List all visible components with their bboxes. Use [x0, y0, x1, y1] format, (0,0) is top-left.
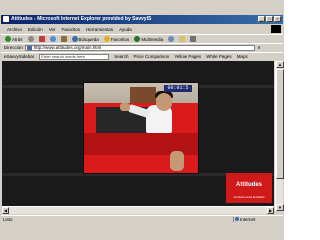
browser-window: Attitudes - Microsoft Internet Explorer …	[0, 0, 284, 240]
driver-hand	[120, 103, 130, 111]
stop-button[interactable]	[38, 36, 45, 42]
refresh-icon	[49, 36, 56, 42]
address-url: http://www.attitudes.org/main.html	[33, 44, 102, 50]
scroll-down-button[interactable]: ▼	[276, 204, 284, 211]
scroll-left-button[interactable]: ◀	[2, 207, 9, 214]
history-button[interactable]	[168, 36, 175, 42]
standard-toolbar: Atrás Búsqueda Favoritos Multimedia	[1, 34, 283, 43]
zone-label: Internet	[240, 217, 256, 222]
home-button[interactable]	[60, 36, 67, 42]
favorites-label: Favoritos	[110, 36, 130, 42]
page-content: 00:01:5 Attitudes Conducta social de Mad…	[2, 61, 274, 211]
favorites-button[interactable]: Favoritos	[103, 36, 130, 42]
search-button[interactable]: Búsqueda	[71, 36, 99, 42]
search-label: Búsqueda	[78, 36, 99, 42]
refresh-button[interactable]	[49, 36, 56, 42]
menu-bar: Archivo Edición Ver Favoritos Herramient…	[1, 25, 283, 33]
menu-herramientas[interactable]: Herramientas	[86, 27, 113, 32]
back-button[interactable]: Atrás	[5, 36, 23, 42]
white-pages-link[interactable]: White Pages	[206, 54, 232, 59]
back-arrow-icon	[5, 36, 11, 42]
globe-icon	[235, 217, 239, 221]
menu-archivo[interactable]: Archivo	[7, 27, 22, 32]
price-comparison-link[interactable]: Price Comparison	[134, 54, 170, 59]
address-label: Dirección	[4, 45, 23, 50]
vertical-scrollbar[interactable]: ▲ ▼	[275, 61, 284, 211]
yellow-pages-link[interactable]: Yellow Pages	[174, 54, 201, 59]
back-label: Atrás	[12, 36, 23, 42]
address-bar: Dirección http://www.attitudes.org/main.…	[1, 43, 283, 51]
page-icon	[26, 45, 32, 50]
horizontal-scrollbar[interactable]: ◀ ▶	[2, 206, 274, 214]
media-button[interactable]: Multimedia	[134, 36, 163, 42]
star-icon	[103, 36, 110, 42]
driver-face	[156, 93, 172, 111]
search-icon	[71, 36, 78, 42]
go-button[interactable]: Ir	[258, 45, 261, 50]
security-zone: Internet	[233, 217, 283, 222]
maps-link[interactable]: Maps	[237, 54, 248, 59]
mail-button[interactable]	[179, 36, 186, 42]
savvy-brand[interactable]: eSavvySidebar	[4, 54, 34, 59]
forward-arrow-icon	[27, 36, 34, 42]
mail-icon	[179, 36, 186, 42]
menu-edicion[interactable]: Edición	[28, 27, 43, 32]
pedestrian-hand	[170, 151, 184, 171]
minimize-button[interactable]: _	[258, 16, 265, 22]
stop-icon	[38, 36, 45, 42]
menu-ver[interactable]: Ver	[49, 27, 56, 32]
status-text: Listo	[3, 217, 13, 222]
media-label: Multimedia	[141, 36, 164, 42]
print-icon	[190, 36, 197, 42]
search-toolbar: eSavvySidebar Enter search words here Se…	[1, 52, 283, 60]
scroll-up-button[interactable]: ▲	[276, 61, 284, 68]
logo-brand: Attitudes	[236, 182, 262, 188]
windows-logo-icon	[271, 25, 281, 33]
search-words-input[interactable]: Enter search words here	[39, 53, 110, 60]
close-button[interactable]: ×	[274, 16, 281, 22]
logo-tagline: Conducta social de Madrid	[233, 196, 265, 199]
print-button[interactable]	[190, 36, 197, 42]
search-link[interactable]: Search	[114, 54, 128, 59]
media-icon	[134, 36, 141, 42]
ie-icon	[3, 16, 9, 22]
video-frame[interactable]: 00:01:5	[83, 82, 199, 174]
forward-button[interactable]	[27, 36, 34, 42]
vertical-scroll-thumb[interactable]	[276, 69, 284, 179]
scroll-right-button[interactable]: ▶	[267, 207, 274, 214]
attitudes-logo[interactable]: Attitudes Conducta social de Madrid	[226, 173, 272, 203]
home-icon	[60, 36, 67, 42]
window-title: Attitudes - Microsoft Internet Explorer …	[11, 16, 152, 22]
maximize-button[interactable]: □	[266, 16, 273, 22]
video-timecode: 00:01:5	[164, 85, 192, 92]
address-input[interactable]: http://www.attitudes.org/main.html	[24, 44, 255, 51]
status-bar: Listo Internet	[1, 215, 283, 223]
menu-favoritos[interactable]: Favoritos	[62, 27, 81, 32]
menu-ayuda[interactable]: Ayuda	[119, 27, 132, 32]
history-icon	[168, 36, 175, 42]
title-bar: Attitudes - Microsoft Internet Explorer …	[1, 15, 283, 24]
